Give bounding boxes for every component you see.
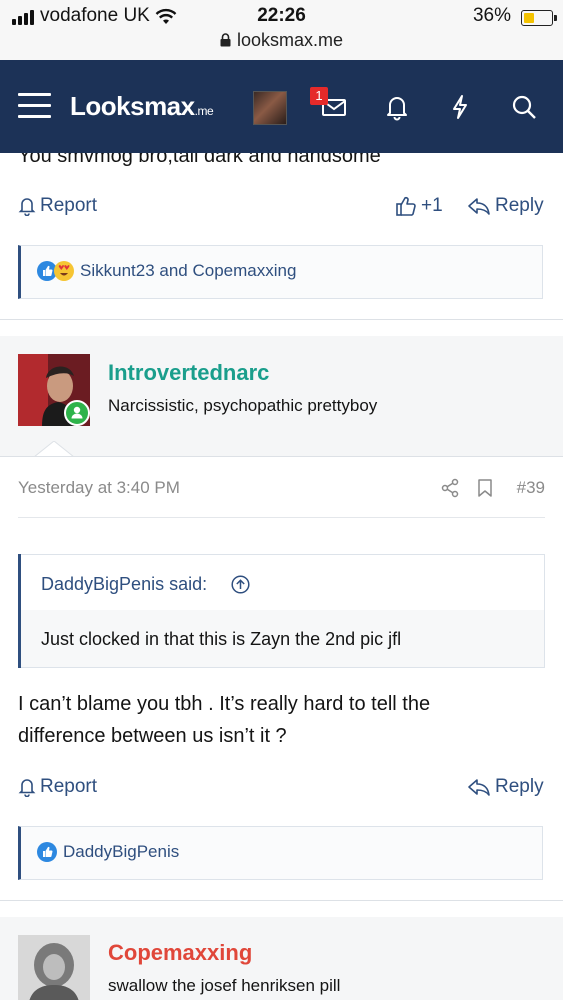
post-divider xyxy=(0,456,563,457)
user-avatar[interactable] xyxy=(18,935,90,1000)
reply-button[interactable]: Reply xyxy=(467,776,544,798)
logo-suffix: .me xyxy=(194,104,214,118)
battery-icon xyxy=(521,10,557,26)
reply-button[interactable]: Reply xyxy=(467,195,544,217)
post-username[interactable]: Introvertednarc xyxy=(108,360,269,386)
reply-label: Reply xyxy=(495,776,544,797)
reactions-users[interactable]: DaddyBigPenis xyxy=(63,842,179,862)
post-body-line: difference between us isn’t it ? xyxy=(18,725,287,747)
report-button[interactable]: Report xyxy=(18,195,97,217)
reactions-users[interactable]: Sikkunt23 and Copemaxxing xyxy=(80,261,296,281)
post-username[interactable]: Copemaxxing xyxy=(108,940,252,966)
lock-icon xyxy=(220,33,231,47)
thumbs-up-icon xyxy=(396,196,416,216)
post-number[interactable]: #39 xyxy=(517,478,545,498)
inbox-badge: 1 xyxy=(310,87,328,105)
post-divider xyxy=(0,319,563,320)
battery-percent: 36% xyxy=(472,5,511,26)
post-timestamp[interactable]: Yesterday at 3:40 PM xyxy=(18,478,180,497)
love-reaction-icon xyxy=(54,261,74,281)
user-avatar[interactable] xyxy=(18,354,90,426)
quote-body: Just clocked in that this is Zayn the 2n… xyxy=(21,610,545,668)
post-body: I can’t blame you tbh . It’s really hard… xyxy=(18,688,545,752)
post-user-title: Narcissistic, psychopathic prettyboy xyxy=(108,396,378,415)
address-bar[interactable]: looksmax.me xyxy=(0,30,563,51)
post-body-line: I can’t blame you tbh . It’s really hard… xyxy=(18,693,431,715)
user-avatar-image xyxy=(18,935,90,1000)
search-icon[interactable] xyxy=(508,91,540,123)
bell-icon xyxy=(18,198,36,216)
like-count: +1 xyxy=(421,195,443,216)
bell-icon[interactable] xyxy=(381,91,413,123)
share-icon[interactable] xyxy=(440,478,460,498)
logo-text: Looksmax xyxy=(70,91,195,121)
online-status-icon xyxy=(64,400,90,426)
post-divider xyxy=(0,900,563,901)
report-label: Report xyxy=(40,776,98,797)
reactions-bar[interactable]: Sikkunt23 and Copemaxxing xyxy=(18,245,543,299)
reply-label: Reply xyxy=(495,195,544,216)
like-reaction-icon xyxy=(37,842,57,862)
like-button[interactable]: +1 xyxy=(395,195,443,217)
menu-icon[interactable] xyxy=(18,93,51,119)
reply-icon xyxy=(468,198,490,215)
lightning-icon[interactable] xyxy=(444,91,476,123)
reply-icon xyxy=(468,779,490,796)
site-logo[interactable]: Looksmax.me xyxy=(70,91,214,122)
bell-icon xyxy=(18,779,36,797)
post-actions: Report Reply xyxy=(18,776,545,804)
arrow-up-circle-icon[interactable] xyxy=(231,575,250,594)
reactions-bar[interactable]: DaddyBigPenis xyxy=(18,826,543,880)
quote-block: DaddyBigPenis said: Just clocked in that… xyxy=(18,554,545,668)
previous-post-actions: Report +1 Reply xyxy=(18,195,545,223)
ios-status-bar: vodafone UK 22:26 36% looksmax.me xyxy=(0,0,563,60)
report-button[interactable]: Report xyxy=(18,776,97,798)
post-meta: Yesterday at 3:40 PM #39 xyxy=(18,478,545,498)
site-header: Looksmax.me 1 xyxy=(0,60,563,153)
url-text: looksmax.me xyxy=(236,30,344,50)
quote-text: Just clocked in that this is Zayn the 2n… xyxy=(41,629,402,649)
quote-author[interactable]: DaddyBigPenis said: xyxy=(41,574,207,595)
quote-header: DaddyBigPenis said: xyxy=(21,554,545,610)
bookmark-icon[interactable] xyxy=(477,478,493,498)
post-user-title: swallow the josef henriksen pill xyxy=(108,976,341,995)
meta-divider xyxy=(18,517,545,518)
report-label: Report xyxy=(40,195,98,216)
account-avatar[interactable] xyxy=(253,91,287,125)
post-pointer-arrow xyxy=(34,441,74,457)
